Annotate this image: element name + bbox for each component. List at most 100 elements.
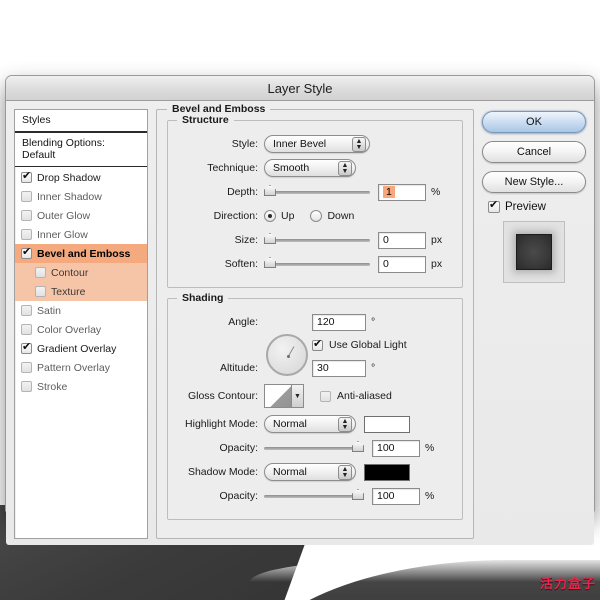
effect-label: Satin — [37, 304, 61, 317]
shadow-mode-label: Shadow Mode: — [187, 466, 258, 478]
effect-row-texture[interactable]: Texture — [15, 282, 147, 301]
size-unit: px — [431, 234, 443, 246]
technique-label: Technique: — [207, 162, 258, 174]
altitude-row: Altitude: 30 ° — [176, 357, 454, 379]
effect-row-color-overlay[interactable]: Color Overlay — [15, 320, 147, 339]
highlight-mode-select[interactable]: Normal ▲ ▼ — [264, 415, 356, 433]
anti-aliased-checkbox[interactable] — [320, 390, 331, 402]
shadow-mode-value: Normal — [273, 466, 307, 478]
soften-label: Soften: — [224, 258, 258, 270]
effect-row-inner-glow[interactable]: Inner Glow — [15, 225, 147, 244]
effect-checkbox[interactable] — [21, 246, 32, 259]
effect-checkbox[interactable] — [21, 305, 32, 316]
effect-checkbox[interactable] — [35, 267, 46, 278]
direction-up-radio[interactable] — [264, 210, 276, 222]
highlight-color-swatch[interactable] — [364, 415, 410, 433]
soften-slider[interactable] — [264, 256, 370, 272]
ok-button[interactable]: OK — [482, 111, 586, 133]
effect-checkbox[interactable] — [21, 170, 32, 183]
chevron-updown-icon: ▲ ▼ — [338, 465, 352, 480]
size-slider[interactable] — [264, 232, 370, 248]
chevron-down-icon[interactable]: ▼ — [291, 385, 303, 407]
effect-row-drop-shadow[interactable]: Drop Shadow — [15, 168, 147, 187]
effect-label: Bevel and Emboss — [37, 247, 131, 260]
highlight-mode-value: Normal — [273, 418, 307, 430]
layer-style-dialog: Layer Style Styles Blending Options: Def… — [5, 75, 595, 545]
preview-checkbox[interactable] — [488, 199, 500, 213]
soften-value: 0 — [383, 258, 389, 270]
highlight-mode-label: Highlight Mode: — [185, 418, 258, 430]
styles-header[interactable]: Styles — [15, 110, 147, 133]
soften-input[interactable]: 0 — [378, 255, 426, 273]
shadow-opacity-slider[interactable] — [264, 488, 364, 504]
size-label: Size: — [234, 234, 258, 246]
gloss-contour-label: Gloss Contour: — [187, 390, 258, 402]
direction-label: Direction: — [213, 210, 258, 222]
size-row: Size: 0 px — [176, 229, 454, 251]
altitude-label: Altitude: — [220, 362, 258, 374]
shadow-opacity-thumb[interactable] — [352, 489, 364, 500]
cancel-button[interactable]: Cancel — [482, 141, 586, 163]
effect-row-bevel-and-emboss[interactable]: Bevel and Emboss — [15, 244, 147, 263]
shadow-mode-select[interactable]: Normal ▲ ▼ — [264, 463, 356, 481]
effect-row-stroke[interactable]: Stroke — [15, 377, 147, 396]
direction-down-radio[interactable] — [310, 210, 323, 222]
depth-slider[interactable] — [264, 184, 370, 200]
direction-up-label: Up — [281, 210, 295, 222]
new-style-button[interactable]: New Style... — [482, 171, 586, 193]
use-global-light-checkbox[interactable] — [312, 338, 323, 351]
depth-input[interactable]: 1 — [378, 183, 426, 201]
highlight-opacity-input[interactable]: 100 — [372, 439, 420, 457]
effect-checkbox[interactable] — [21, 362, 32, 373]
effect-label: Inner Glow — [37, 228, 88, 241]
shadow-opacity-track — [264, 494, 364, 498]
blending-options-row[interactable]: Blending Options: Default — [15, 133, 147, 167]
effect-checkbox[interactable] — [21, 381, 32, 392]
highlight-opacity-unit: % — [425, 442, 435, 454]
effect-checkbox[interactable] — [21, 210, 32, 221]
technique-select[interactable]: Smooth ▲ ▼ — [264, 159, 356, 177]
chevron-updown-icon: ▲ ▼ — [352, 137, 366, 152]
style-select[interactable]: Inner Bevel ▲ ▼ — [264, 135, 370, 153]
highlight-opacity-thumb[interactable] — [352, 441, 364, 452]
effect-row-satin[interactable]: Satin — [15, 301, 147, 320]
soften-slider-thumb[interactable] — [264, 257, 276, 268]
effect-checkbox[interactable] — [21, 324, 32, 335]
dialog-titlebar[interactable]: Layer Style — [6, 76, 594, 101]
preview-toggle-row[interactable]: Preview — [488, 199, 586, 213]
shadow-color-swatch[interactable] — [364, 463, 410, 481]
effect-checkbox[interactable] — [35, 286, 46, 297]
shadow-opacity-input[interactable]: 100 — [372, 487, 420, 505]
effect-row-outer-glow[interactable]: Outer Glow — [15, 206, 147, 225]
effect-row-contour[interactable]: Contour — [15, 263, 147, 282]
shadow-opacity-unit: % — [425, 490, 435, 502]
effect-checkbox[interactable] — [21, 229, 32, 240]
altitude-input[interactable]: 30 — [312, 359, 366, 377]
effect-row-inner-shadow[interactable]: Inner Shadow — [15, 187, 147, 206]
angle-unit: ° — [371, 316, 376, 328]
gloss-contour-preview[interactable]: ▼ — [264, 384, 304, 408]
depth-value: 1 — [383, 186, 395, 198]
effect-checkbox[interactable] — [21, 341, 32, 354]
altitude-value: 30 — [317, 362, 329, 374]
size-slider-track — [264, 238, 370, 242]
angle-row: Angle: 120 ° — [176, 311, 454, 333]
style-row: Style: Inner Bevel ▲ ▼ — [176, 133, 454, 155]
soften-slider-track — [264, 262, 370, 266]
angle-input[interactable]: 120 — [312, 313, 366, 331]
size-input[interactable]: 0 — [378, 231, 426, 249]
highlight-opacity-slider[interactable] — [264, 440, 364, 456]
angle-dial[interactable] — [266, 334, 308, 376]
effect-checkbox[interactable] — [21, 191, 32, 202]
size-slider-thumb[interactable] — [264, 233, 276, 244]
effect-row-gradient-overlay[interactable]: Gradient Overlay — [15, 339, 147, 358]
highlight-opacity-label: Opacity: — [219, 442, 258, 454]
depth-label: Depth: — [227, 186, 258, 198]
effect-row-pattern-overlay[interactable]: Pattern Overlay — [15, 358, 147, 377]
main-column: Bevel and Emboss Structure Style: Inner … — [156, 103, 474, 539]
shadow-opacity-label: Opacity: — [219, 490, 258, 502]
depth-slider-thumb[interactable] — [264, 185, 276, 196]
watermark-text: 活力盒子 — [539, 577, 596, 592]
style-select-value: Inner Bevel — [273, 138, 327, 150]
technique-row: Technique: Smooth ▲ ▼ — [176, 157, 454, 179]
